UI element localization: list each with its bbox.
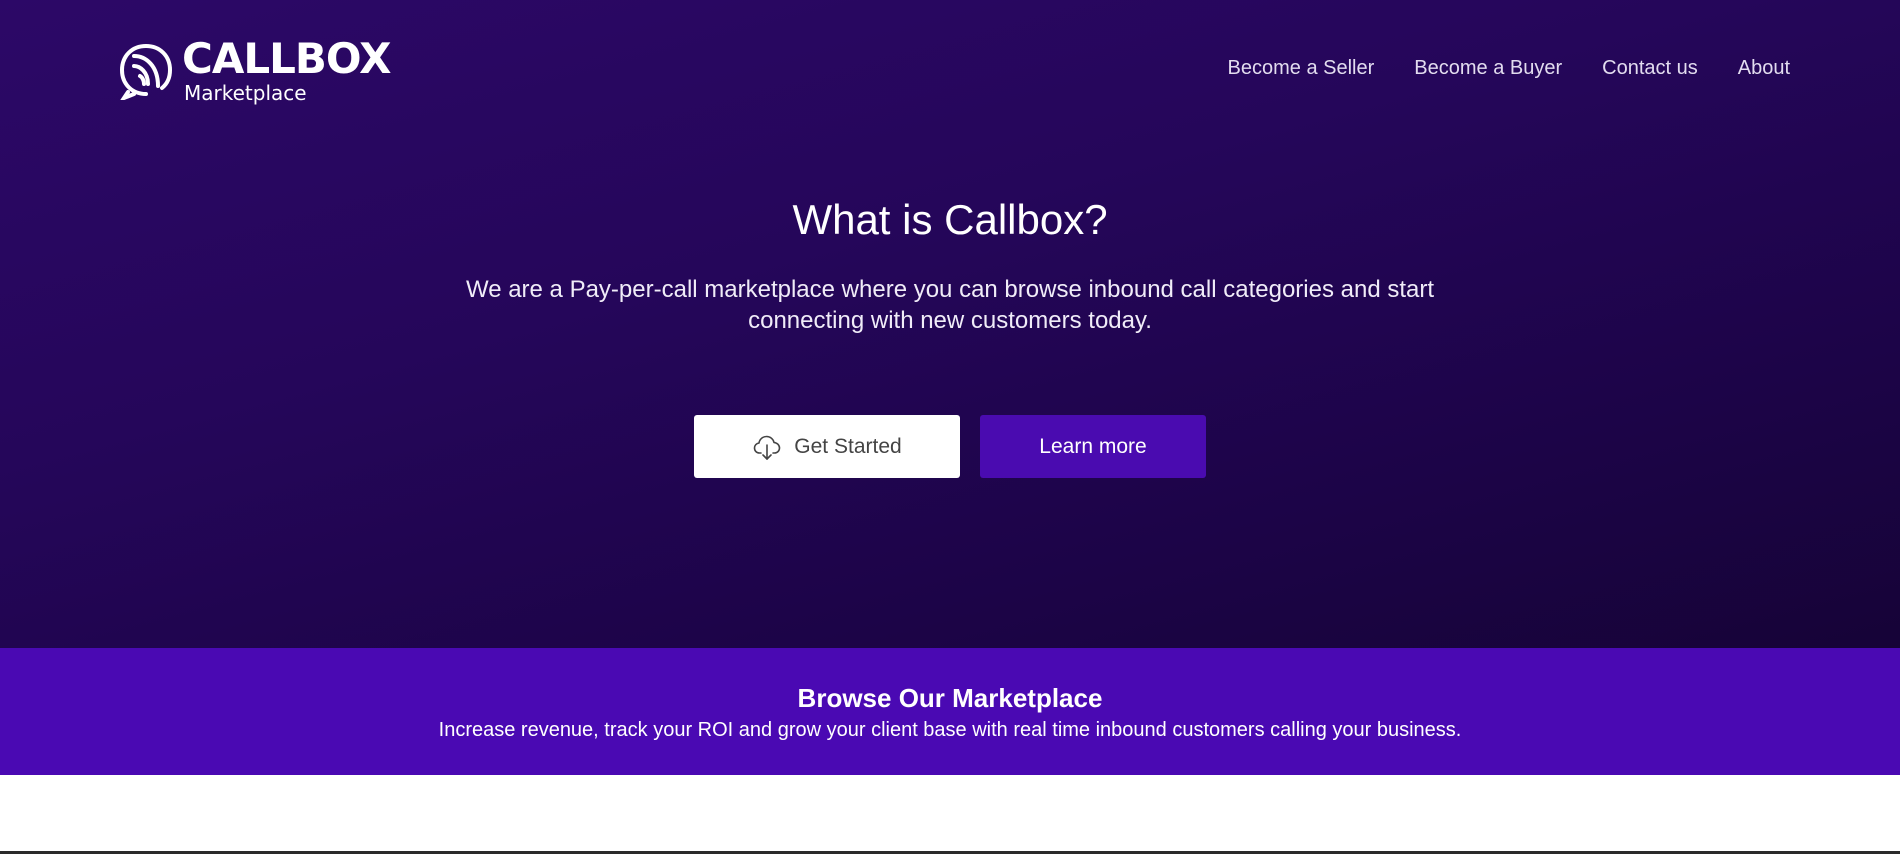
nav-about[interactable]: About — [1738, 57, 1790, 80]
hero-description: We are a Pay-per-call marketplace where … — [465, 276, 1435, 334]
get-started-button[interactable]: Get Started — [694, 415, 960, 478]
get-started-label: Get Started — [794, 434, 902, 458]
browse-description: Increase revenue, track your ROI and gro… — [438, 719, 1462, 741]
callbox-logo-icon — [119, 43, 173, 100]
logo-text: CALLBOX Marketplace — [182, 34, 391, 105]
logo-subtitle: Marketplace — [184, 81, 307, 105]
browse-title: Browse Our Marketplace — [797, 683, 1103, 713]
logo-title: CALLBOX — [182, 34, 391, 83]
page: CALLBOX Marketplace Become a Seller Beco… — [0, 0, 1900, 854]
logo[interactable]: CALLBOX Marketplace — [118, 34, 391, 105]
cloud-download-icon — [752, 432, 782, 462]
hero-section: CALLBOX Marketplace Become a Seller Beco… — [0, 0, 1900, 648]
nav-become-seller[interactable]: Become a Seller — [1228, 57, 1375, 80]
content-area — [0, 775, 1900, 851]
learn-more-button[interactable]: Learn more — [980, 415, 1206, 478]
nav-become-buyer[interactable]: Become a Buyer — [1414, 57, 1562, 80]
main-nav: Become a Seller Become a Buyer Contact u… — [1228, 57, 1790, 80]
nav-contact-us[interactable]: Contact us — [1602, 57, 1698, 80]
hero-title: What is Callbox? — [792, 196, 1108, 243]
